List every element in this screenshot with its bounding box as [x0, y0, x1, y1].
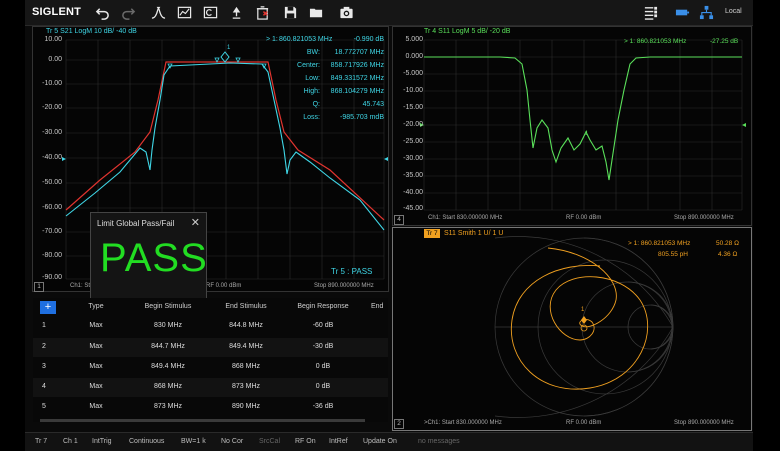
trace3-marker-resistance: 50.28 Ω	[716, 240, 739, 247]
trace3-marker-readout: > 1: 860.821053 MHz	[628, 240, 691, 247]
status-trace[interactable]: Tr 7	[35, 438, 47, 445]
trace3-smith-plot	[494, 236, 674, 418]
trace3-power: RF 0.00 dBm	[566, 420, 602, 426]
status-update[interactable]: Update On	[363, 438, 397, 445]
status-correction[interactable]: No Cor	[221, 438, 243, 445]
status-trigger[interactable]: IntTrig	[92, 438, 112, 445]
trace3-stop: Stop 890.000000 MHz	[674, 420, 734, 426]
status-bar: Tr 7 Ch 1 IntTrig Continuous BW=1 k No C…	[25, 432, 753, 451]
status-source-cal[interactable]: SrcCal	[259, 438, 280, 445]
status-channel[interactable]: Ch 1	[63, 438, 78, 445]
status-bandwidth[interactable]: BW=1 k	[181, 438, 206, 445]
trace3-marker-inductance: 805.55 pH	[658, 251, 688, 258]
trace3-marker-reactance: 4.36 Ω	[718, 251, 738, 258]
status-messages: no messages	[418, 438, 460, 445]
status-reference[interactable]: IntRef	[329, 438, 348, 445]
trace3-start: >Ch1: Start 830.000000 MHz	[424, 420, 502, 426]
trace3-index: 2	[394, 419, 404, 429]
status-sweep-mode[interactable]: Continuous	[129, 438, 164, 445]
trace3-smith-trace	[510, 247, 649, 390]
status-rf[interactable]: RF On	[295, 438, 316, 445]
